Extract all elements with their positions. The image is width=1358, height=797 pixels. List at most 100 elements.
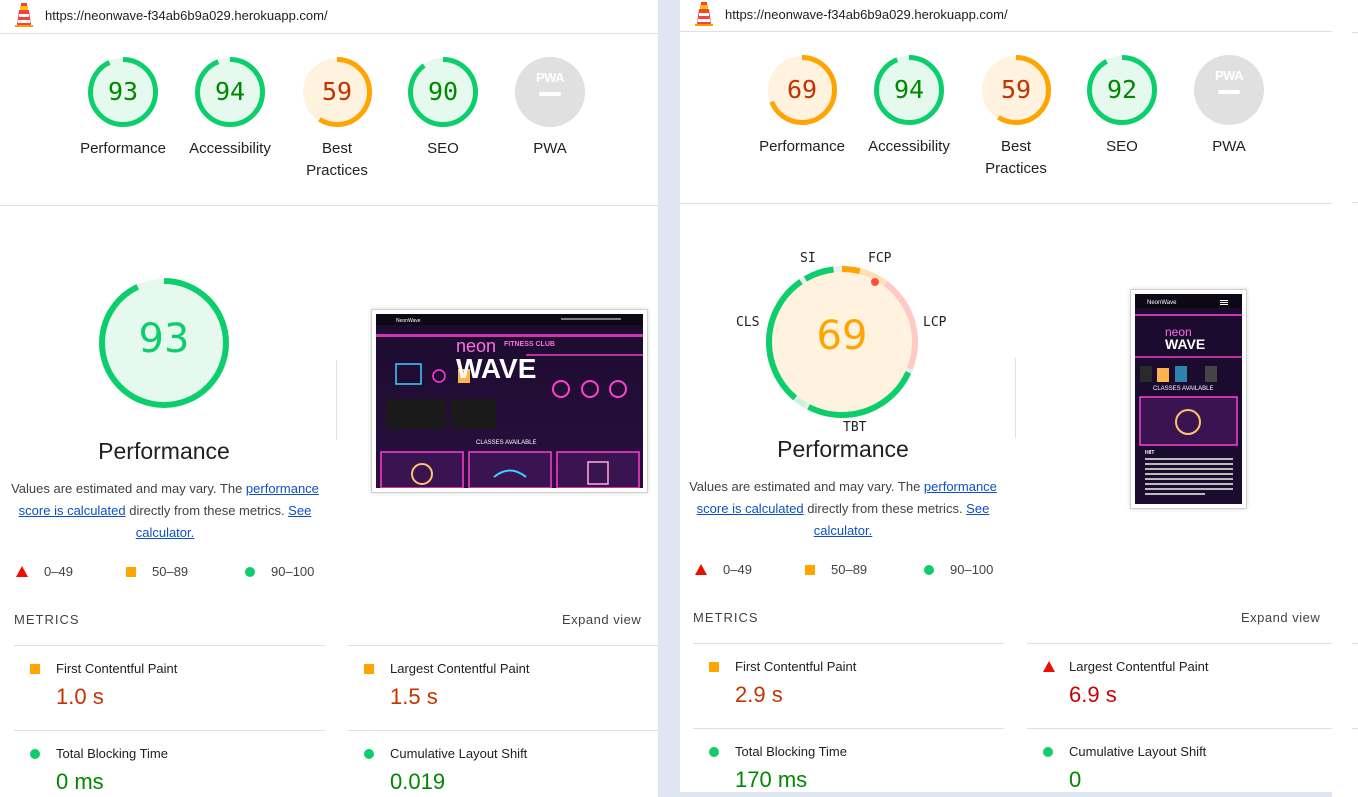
- gauge-label: Performance: [80, 140, 166, 157]
- gauge-label: Best Practices: [306, 140, 368, 179]
- expand-view-toggle[interactable]: Expand view: [562, 612, 641, 627]
- metrics-title: METRICS: [14, 612, 80, 627]
- gauge-score: 59: [321, 77, 353, 106]
- metric-value: 0 ms: [56, 769, 104, 794]
- metric-name: Cumulative Layout Shift: [1069, 744, 1207, 759]
- gauge-label: Accessibility: [868, 138, 950, 155]
- pass-circle-icon: [1043, 747, 1053, 757]
- pwa-icon: PWA: [1214, 68, 1244, 83]
- metric-value: 6.9 s: [1069, 682, 1117, 707]
- gauge-performance[interactable]: 93 Performance: [68, 56, 178, 160]
- pass-circle-icon: [709, 747, 719, 757]
- expand-view-toggle[interactable]: Expand view: [1241, 610, 1320, 625]
- metric-lcp: Largest Contentful Paint 6.9 s: [1027, 643, 1332, 729]
- report-url[interactable]: https://neonwave-f34ab6b9a029.herokuapp.…: [45, 8, 328, 23]
- metric-name: Largest Contentful Paint: [390, 661, 530, 676]
- legend-pass: 90–100: [924, 562, 993, 577]
- performance-title: Performance: [98, 438, 230, 464]
- desc-text: directly from these metrics.: [803, 501, 967, 516]
- gauge-pwa[interactable]: PWA PWA: [495, 56, 605, 160]
- gauge-label: Best Practices: [985, 138, 1047, 177]
- gauge-label: PWA: [1212, 138, 1246, 155]
- divider: [1015, 358, 1016, 438]
- shot-classes: CLASSES AVAILABLE: [476, 440, 536, 446]
- metric-name: Largest Contentful Paint: [1069, 659, 1209, 674]
- performance-big-score: 69: [816, 313, 868, 359]
- report-topbar: https://neonwave-f34ab6b9a029.herokuapp.…: [0, 0, 658, 34]
- average-square-icon: [30, 664, 40, 674]
- metric-fcp: First Contentful Paint 1.0 s: [14, 645, 325, 731]
- triangle-icon: [695, 564, 707, 575]
- divider: [1352, 202, 1358, 203]
- performance-big-score: 93: [138, 316, 190, 362]
- category-gauges: 69 Performance 94 Accessibility 59 Best …: [680, 32, 1332, 204]
- metric-value: 170 ms: [735, 767, 808, 792]
- metric-name: First Contentful Paint: [735, 659, 857, 674]
- gauge-score: 59: [1000, 75, 1032, 104]
- screenshot-image: NeonWave neon FITNESS CLUB WAVE CLASSES …: [376, 314, 643, 488]
- segment-label-fcp: FCP: [868, 251, 892, 266]
- gauge-score: 93: [107, 77, 139, 106]
- average-square-icon: [364, 664, 374, 674]
- metric-cls: Cumulative Layout Shift 0.019: [348, 730, 658, 797]
- report-topbar: https://neonwave-f34ab6b9a029.herokuapp.…: [680, 0, 1332, 32]
- gauge-score: 94: [893, 75, 925, 104]
- gauge-score: 92: [1106, 75, 1138, 104]
- right-report-panel: https://neonwave-f34ab6b9a029.herokuapp.…: [680, 0, 1332, 792]
- metric-value: 0.019: [390, 769, 446, 794]
- divider: [1352, 32, 1358, 33]
- segment-label-si: SI: [800, 251, 816, 266]
- gauge-label: Accessibility: [189, 140, 271, 157]
- gauge-seo[interactable]: 92 SEO: [1067, 54, 1177, 158]
- pass-circle-icon: [30, 749, 40, 759]
- metric-name: Total Blocking Time: [56, 746, 168, 761]
- desc-text: Values are estimated and may vary. The: [689, 479, 924, 494]
- metric-fcp: First Contentful Paint 2.9 s: [693, 643, 1004, 729]
- gauge-accessibility[interactable]: 94 Accessibility: [854, 54, 964, 158]
- gauge-best-practices[interactable]: 59 Best Practices: [282, 56, 392, 182]
- gauge-accessibility[interactable]: 94 Accessibility: [175, 56, 285, 160]
- gauge-label: SEO: [1106, 138, 1138, 155]
- category-gauges: 93 Performance 94 Accessibility 59 Best …: [0, 34, 658, 206]
- gauge-score: 69: [786, 75, 818, 104]
- gauge-pwa[interactable]: PWA PWA: [1174, 54, 1284, 158]
- pass-circle-icon: [364, 749, 374, 759]
- report-url[interactable]: https://neonwave-f34ab6b9a029.herokuapp.…: [725, 7, 1008, 22]
- metric-name: Cumulative Layout Shift: [390, 746, 528, 761]
- gauge-label: PWA: [533, 140, 567, 157]
- gauge-best-practices[interactable]: 59 Best Practices: [961, 54, 1071, 180]
- shot-brand: NeonWave: [396, 318, 421, 324]
- fail-triangle-icon: [1043, 661, 1055, 672]
- legend-fail: 0–49: [16, 564, 73, 579]
- shot-brand: NeonWave: [1147, 300, 1177, 306]
- left-report-panel: https://neonwave-f34ab6b9a029.herokuapp.…: [0, 0, 658, 797]
- final-screenshot-thumbnail[interactable]: NeonWave neon FITNESS CLUB WAVE CLASSES …: [371, 309, 648, 493]
- metrics-title: METRICS: [693, 610, 759, 625]
- shot-card-title: HIIT: [1145, 450, 1154, 456]
- divider: [1352, 643, 1358, 644]
- segment-label-lcp: LCP: [923, 315, 947, 330]
- adjacent-panel-edge: [1332, 0, 1358, 797]
- metric-lcp: Largest Contentful Paint 1.5 s: [348, 645, 658, 731]
- circle-icon: [245, 567, 255, 577]
- gauge-performance[interactable]: 69 Performance: [747, 54, 857, 158]
- gauge-label: Performance: [759, 138, 845, 155]
- lighthouse-icon: [695, 2, 713, 26]
- desc-text: Values are estimated and may vary. The: [11, 481, 246, 496]
- shot-hero-sub: FITNESS CLUB: [504, 341, 555, 348]
- final-screenshot-thumbnail[interactable]: NeonWave neon WAVE CLASSES AVAILABLE HII…: [1130, 289, 1247, 509]
- gauge-score: 94: [214, 77, 246, 106]
- legend-fail: 0–49: [695, 562, 752, 577]
- gauge-seo[interactable]: 90 SEO: [388, 56, 498, 160]
- metric-value: 1.0 s: [56, 684, 104, 709]
- square-icon: [126, 567, 136, 577]
- lighthouse-icon: [15, 3, 33, 27]
- divider: [1352, 728, 1358, 729]
- triangle-icon: [16, 566, 28, 577]
- performance-description: Values are estimated and may vary. The p…: [0, 478, 330, 544]
- performance-description: Values are estimated and may vary. The p…: [680, 476, 1008, 542]
- metric-value: 2.9 s: [735, 682, 783, 707]
- shot-hero-wave: WAVE: [1165, 336, 1205, 352]
- average-square-icon: [709, 662, 719, 672]
- pwa-dash: [1218, 90, 1240, 94]
